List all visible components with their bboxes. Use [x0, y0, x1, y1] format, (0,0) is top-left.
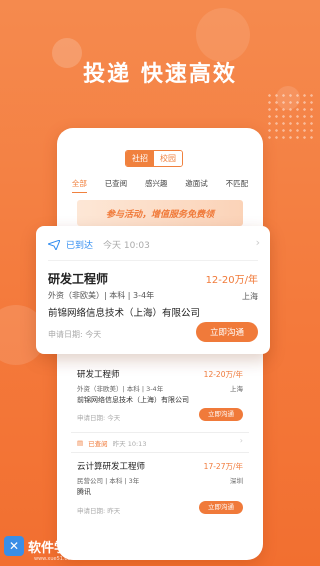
job-title: 云计算研发工程师 [77, 462, 146, 472]
chat-now-button[interactable]: 立即沟通 [199, 408, 243, 421]
apply-date: 申请日期: 今天 [77, 414, 121, 422]
list-item[interactable]: 研发工程师 12-20万/年 外资（非欧美）| 本科 | 3-4年 上海 前锦网… [77, 368, 243, 428]
tab-viewed[interactable]: 已查阅 [105, 178, 128, 193]
promo-banner[interactable]: 参与活动，增值服务免费领 [77, 200, 243, 226]
company-name: 前锦网络信息技术（上海）有限公司 [77, 396, 189, 404]
divider [48, 260, 258, 261]
divider [71, 452, 249, 453]
list-item[interactable]: 云计算研发工程师 17-27万/年 民营公司 | 本科 | 3年 深圳 腾讯 申… [77, 460, 243, 520]
job-city: 深圳 [230, 477, 243, 485]
toggle-campus[interactable]: 校园 [154, 151, 182, 166]
viewed-icon: ▤ [77, 439, 84, 447]
recruit-type-toggle[interactable]: 社招 校园 [125, 150, 183, 167]
job-meta: 民营公司 | 本科 | 3年 [77, 477, 140, 485]
job-meta: 外资（非欧美）| 本科 | 3-4年 [48, 291, 155, 300]
company-name: 腾讯 [77, 488, 91, 496]
chat-now-button[interactable]: 立即沟通 [196, 322, 258, 342]
watermark-url: www.xue51.com [34, 556, 76, 562]
status-time: 今天 10:03 [103, 241, 150, 251]
watermark-logo-icon: ✕ [4, 536, 24, 556]
watermark-name: 软件学堂 [28, 540, 81, 556]
decor-dots [266, 92, 316, 142]
delivery-card[interactable]: 已到达 今天 10:03 › 研发工程师 12-20万/年 外资（非欧美）| 本… [36, 226, 270, 354]
chevron-right-icon: › [239, 436, 243, 445]
hero-title: 投递 快速高效 [83, 62, 237, 87]
job-city: 上海 [230, 385, 243, 393]
toggle-social[interactable]: 社招 [126, 151, 154, 166]
job-city: 上海 [242, 292, 258, 301]
job-title: 研发工程师 [48, 272, 109, 286]
status-row: ▤ 已查阅 昨天 10:13 [77, 438, 146, 448]
company-name: 前锦网络信息技术（上海）有限公司 [48, 308, 201, 319]
status-time: 昨天 10:13 [112, 440, 147, 448]
status-viewed: 已查阅 [88, 440, 108, 448]
status-reached: 已到达 [66, 241, 94, 251]
apply-date: 申请日期: 今天 [48, 330, 102, 339]
status-tabs: 全部 已查阅 感兴趣 邀面试 不匹配 [57, 178, 263, 193]
job-title: 研发工程师 [77, 370, 120, 380]
tab-all[interactable]: 全部 [71, 178, 87, 193]
tab-interested[interactable]: 感兴趣 [145, 178, 168, 193]
chat-now-button[interactable]: 立即沟通 [199, 501, 243, 514]
apply-date: 申请日期: 昨天 [77, 507, 121, 515]
job-salary: 12-20万/年 [203, 370, 243, 379]
job-meta: 外资（非欧美）| 本科 | 3-4年 [77, 385, 164, 393]
tab-interview[interactable]: 邀面试 [185, 178, 208, 193]
card-status-row: 已到达 今天 10:03 [48, 238, 150, 251]
divider [71, 432, 249, 433]
tab-mismatch[interactable]: 不匹配 [226, 178, 249, 193]
chevron-right-icon: › [255, 236, 260, 249]
watermark: ✕ 软件学堂 www.xue51.com [4, 536, 81, 562]
job-salary: 12-20万/年 [205, 275, 258, 286]
send-icon [48, 239, 60, 250]
decor-circle [196, 8, 250, 62]
job-salary: 17-27万/年 [203, 462, 243, 471]
